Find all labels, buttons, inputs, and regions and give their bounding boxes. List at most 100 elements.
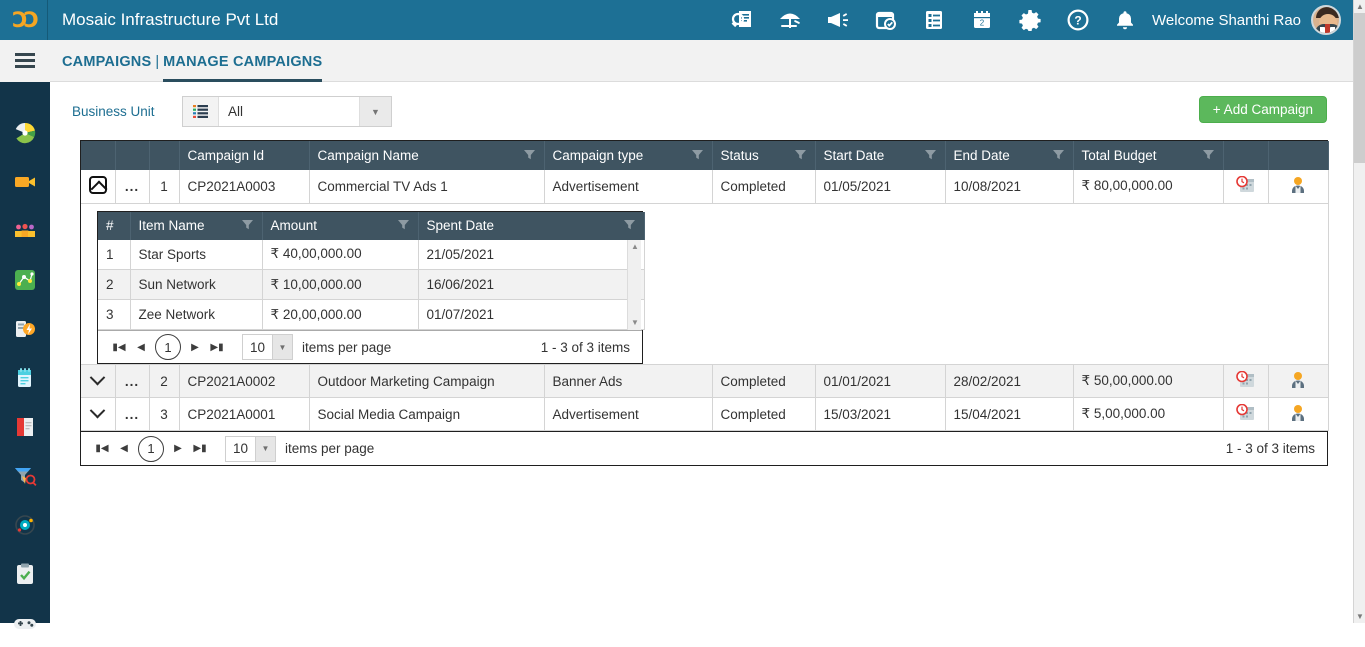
chevron-down-icon[interactable] (89, 369, 106, 385)
cell-total-budget: ₹ 5,00,000.00 (1073, 397, 1224, 431)
last-page-icon[interactable]: ▶▮ (206, 336, 228, 358)
calendar-check-icon[interactable] (862, 0, 910, 40)
scrollbar-thumb[interactable] (1354, 13, 1365, 163)
subheader-index: # (98, 211, 131, 240)
filter-bar: Business Unit All ▼ + Add Campaign (72, 96, 1327, 130)
chevron-down-icon[interactable]: ▼ (272, 335, 292, 359)
row-menu-button[interactable]: ... (115, 170, 150, 204)
filter-icon[interactable] (1202, 148, 1215, 164)
page-size-value: 10 (232, 441, 249, 456)
list-report-icon[interactable] (910, 0, 958, 40)
table-row[interactable]: ... 2 CP2021A0002 Outdoor Marketing Camp… (81, 364, 1329, 398)
current-page[interactable]: 1 (138, 435, 164, 462)
sidebar-item-clipboard[interactable] (0, 549, 50, 598)
chevron-down-icon[interactable] (89, 402, 106, 418)
subheader-item-name[interactable]: Item Name (130, 211, 263, 240)
header-campaign-id[interactable]: Campaign Id (179, 141, 310, 170)
action-user-button[interactable] (1268, 364, 1329, 398)
subtable-row[interactable]: 3 Zee Network ₹ 20,00,000.00 01/07/2021 (98, 299, 645, 330)
filter-icon[interactable] (241, 218, 254, 234)
page-scrollbar[interactable]: ▲ ▼ (1353, 0, 1365, 623)
subgrid-scrollbar[interactable]: ▲ ▼ (627, 239, 642, 330)
sidebar-item-video[interactable] (0, 157, 50, 206)
first-page-icon[interactable]: ▮◀ (108, 336, 130, 358)
table-row[interactable]: ... 3 CP2021A0001 Social Media Campaign … (81, 397, 1329, 431)
page-size-select[interactable]: 10 ▼ (225, 435, 276, 462)
sidebar-item-people[interactable] (0, 206, 50, 255)
header-end-date[interactable]: End Date (945, 141, 1074, 170)
filter-icon[interactable] (523, 148, 536, 164)
action-schedule-button[interactable] (1223, 364, 1269, 398)
sidebar-item-power[interactable] (0, 304, 50, 353)
header-icon-bar: 2 ? Welcome Shanthi Rao (718, 0, 1353, 40)
subtable-row[interactable]: 2 Sun Network ₹ 10,00,000.00 16/06/2021 (98, 269, 645, 300)
filter-icon[interactable] (794, 148, 807, 164)
app-logo[interactable]: ↃↃ (0, 0, 48, 40)
business-unit-select[interactable]: All ▼ (182, 96, 392, 127)
next-page-icon[interactable]: ▶ (167, 438, 189, 460)
filter-icon[interactable] (397, 218, 410, 234)
filter-icon[interactable] (924, 148, 937, 164)
scroll-up-icon[interactable]: ▲ (628, 240, 642, 254)
header-action-user (1268, 141, 1329, 170)
chevron-down-icon[interactable]: ▼ (255, 436, 275, 461)
subheader-amount[interactable]: Amount (262, 211, 419, 240)
row-expand-toggle[interactable] (81, 397, 116, 431)
prev-page-icon[interactable]: ◀ (130, 336, 152, 358)
funnel-search-icon (15, 467, 37, 486)
row-menu-button[interactable]: ... (115, 364, 150, 398)
header-total-budget[interactable]: Total Budget (1073, 141, 1224, 170)
add-campaign-button[interactable]: + Add Campaign (1198, 96, 1327, 123)
scroll-down-icon[interactable]: ▼ (1354, 610, 1365, 623)
avatar[interactable] (1311, 5, 1341, 35)
table-row[interactable]: ... 1 CP2021A0003 Commercial TV Ads 1 Ad… (81, 170, 1329, 204)
megaphone-icon[interactable] (814, 0, 862, 40)
sidebar-item-network[interactable] (0, 255, 50, 304)
sidebar-item-dashboard[interactable] (0, 108, 50, 157)
header-campaign-type[interactable]: Campaign type (544, 141, 713, 170)
filter-icon[interactable] (623, 218, 636, 234)
header-campaign-name[interactable]: Campaign Name (309, 141, 545, 170)
first-page-icon[interactable]: ▮◀ (91, 438, 113, 460)
filter-icon[interactable] (1052, 148, 1065, 164)
row-expand-toggle[interactable] (81, 364, 116, 398)
scroll-down-icon[interactable]: ▼ (628, 316, 642, 330)
subtable-row[interactable]: 1 Star Sports ₹ 40,00,000.00 21/05/2021 (98, 239, 645, 270)
header-start-date[interactable]: Start Date (815, 141, 946, 170)
action-user-button[interactable] (1268, 397, 1329, 431)
row-expand-toggle[interactable] (81, 170, 116, 204)
action-user-button[interactable] (1268, 170, 1329, 204)
document-search-icon[interactable] (718, 0, 766, 40)
calendar-date-icon[interactable]: 2 (958, 0, 1006, 40)
umbrella-beach-icon[interactable] (766, 0, 814, 40)
last-page-icon[interactable]: ▶▮ (189, 438, 211, 460)
action-schedule-button[interactable] (1223, 170, 1269, 204)
gear-icon[interactable] (1006, 0, 1054, 40)
next-page-icon[interactable]: ▶ (184, 336, 206, 358)
sidebar-item-book[interactable] (0, 402, 50, 451)
chevron-down-icon[interactable]: ▼ (359, 97, 391, 126)
hamburger-icon[interactable] (0, 39, 50, 82)
sidebar-item-notebook[interactable] (0, 353, 50, 402)
scroll-up-icon[interactable]: ▲ (1354, 0, 1365, 13)
collapse-icon[interactable] (89, 175, 107, 194)
row-menu-button[interactable]: ... (115, 397, 150, 431)
list-icon[interactable] (183, 97, 219, 126)
page-size-select[interactable]: 10 ▼ (242, 334, 293, 360)
bell-icon[interactable] (1102, 0, 1148, 40)
filter-icon[interactable] (691, 148, 704, 164)
header-status[interactable]: Status (712, 141, 816, 170)
prev-page-icon[interactable]: ◀ (113, 438, 135, 460)
sidebar-item-funnel-search[interactable] (0, 451, 50, 500)
action-schedule-button[interactable] (1223, 397, 1269, 431)
breadcrumb-campaigns[interactable]: CAMPAIGNS (62, 54, 151, 82)
people-group-icon (15, 223, 35, 237)
help-icon[interactable]: ? (1054, 0, 1102, 40)
target-orbit-icon (15, 514, 35, 535)
sidebar-item-target[interactable] (0, 500, 50, 549)
breadcrumb-manage-campaigns[interactable]: MANAGE CAMPAIGNS (163, 54, 323, 82)
cell-end-date: 10/08/2021 (945, 170, 1074, 204)
current-page[interactable]: 1 (155, 334, 181, 360)
business-unit-value[interactable]: All (219, 104, 359, 119)
subheader-spent-date[interactable]: Spent Date (418, 211, 645, 240)
